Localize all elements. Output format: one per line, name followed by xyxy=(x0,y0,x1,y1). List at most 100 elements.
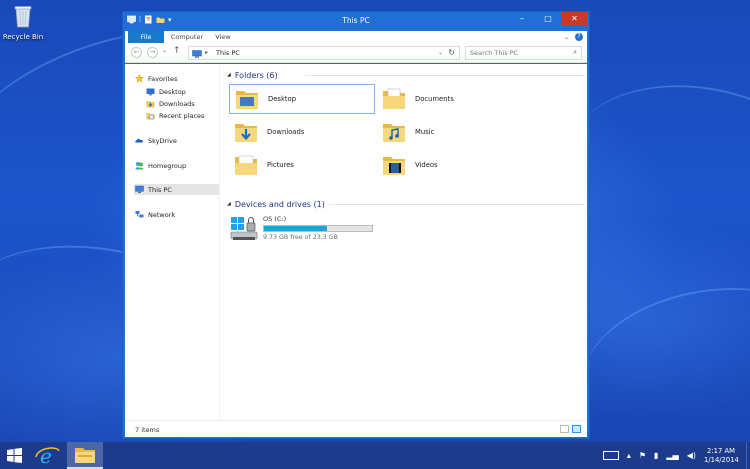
forward-button[interactable]: → xyxy=(147,47,158,58)
breadcrumb-this-pc[interactable]: This PC xyxy=(216,49,240,57)
nav-this-pc-label: This PC xyxy=(148,185,172,194)
star-icon xyxy=(135,74,144,83)
collapse-group-icon[interactable]: ◢ xyxy=(227,72,231,78)
system-tray: ▴ ⚑ ▮ ▂▄ ◀) 2:17 AM 1/14/2014 xyxy=(602,442,750,469)
refresh-icon[interactable]: ↻ xyxy=(448,48,455,57)
folder-tile-documents[interactable]: Documents xyxy=(377,84,523,114)
nav-skydrive-label: SkyDrive xyxy=(148,136,177,145)
nav-downloads[interactable]: Downloads xyxy=(146,98,195,109)
search-box[interactable]: Search This PC ⌕ xyxy=(465,46,582,60)
tab-computer[interactable]: Computer xyxy=(169,31,205,43)
drive-tile-c[interactable]: OS (C:) 9.73 GB free of 23.3 GB xyxy=(230,214,380,244)
drive-usage-fill xyxy=(264,226,327,231)
nav-skydrive[interactable]: SkyDrive xyxy=(135,135,177,146)
breadcrumb-separator[interactable]: ▸ xyxy=(205,49,208,56)
videos-folder-icon xyxy=(383,157,405,175)
network-icon[interactable]: ▂▄ xyxy=(666,451,678,460)
drive-free-space: 9.73 GB free of 23.3 GB xyxy=(263,234,338,241)
nav-desktop[interactable]: Desktop xyxy=(146,86,186,97)
nav-recent-places-label: Recent places xyxy=(159,111,205,120)
volume-icon[interactable]: ◀) xyxy=(687,451,696,460)
recent-places-icon xyxy=(146,113,155,120)
nav-desktop-label: Desktop xyxy=(159,87,186,96)
minimize-button[interactable]: – xyxy=(509,12,535,26)
folder-label: Desktop xyxy=(268,95,297,103)
desktop-folder-icon xyxy=(236,91,258,109)
maximize-button[interactable]: □ xyxy=(535,12,561,26)
music-folder-icon xyxy=(383,124,405,142)
recycle-bin-label: Recycle Bin xyxy=(2,33,44,41)
navigation-pane: Favorites Desktop Downloads Recent place… xyxy=(125,64,220,420)
drive-name: OS (C:) xyxy=(263,215,287,223)
ribbon-tab-bar: File Computer View ⌄ ? xyxy=(125,31,587,43)
show-hidden-icons-icon[interactable]: ▴ xyxy=(627,451,631,460)
status-bar: 7 items xyxy=(125,420,587,437)
group-divider xyxy=(329,204,585,205)
expand-ribbon-icon[interactable]: ⌄ xyxy=(564,34,569,41)
search-icon[interactable]: ⌕ xyxy=(573,48,577,57)
this-pc-icon xyxy=(135,185,144,193)
folders-group-header[interactable]: ◢ Folders (6) xyxy=(227,69,585,81)
folder-label: Documents xyxy=(415,95,454,103)
recycle-bin-icon xyxy=(14,6,32,28)
address-bar[interactable]: ▸ This PC ⌄ ↻ xyxy=(188,46,460,60)
collapse-group-icon[interactable]: ◢ xyxy=(227,201,231,207)
downloads-folder-icon xyxy=(235,124,257,142)
power-icon[interactable]: ▮ xyxy=(654,451,658,460)
clock[interactable]: 2:17 AM 1/14/2014 xyxy=(704,446,739,465)
recycle-bin-shortcut[interactable]: Recycle Bin xyxy=(2,4,44,41)
folder-tile-videos[interactable]: Videos xyxy=(377,150,523,180)
search-placeholder: Search This PC xyxy=(470,49,519,57)
clock-time: 2:17 AM xyxy=(707,446,735,455)
folder-label: Downloads xyxy=(267,128,305,136)
folder-tile-pictures[interactable]: Pictures xyxy=(229,150,375,180)
nav-homegroup-label: Homegroup xyxy=(148,161,187,170)
taskbar-file-explorer[interactable] xyxy=(67,442,103,469)
show-desktop-button[interactable] xyxy=(746,442,750,469)
explorer-window: | ▾ This PC – □ ✕ File Computer View ⌄ ?… xyxy=(122,11,590,439)
back-button[interactable]: ← xyxy=(131,47,142,58)
content-area: Favorites Desktop Downloads Recent place… xyxy=(125,64,587,420)
devices-group-header[interactable]: ◢ Devices and drives (1) xyxy=(227,198,585,210)
tab-file[interactable]: File xyxy=(128,31,164,43)
nav-this-pc[interactable]: This PC xyxy=(134,184,219,195)
help-icon[interactable]: ? xyxy=(575,33,583,41)
homegroup-icon xyxy=(135,162,144,170)
folder-label: Videos xyxy=(415,161,438,169)
up-button[interactable]: ↑ xyxy=(173,46,181,56)
nav-network-label: Network xyxy=(148,210,176,219)
details-view-icon[interactable] xyxy=(560,425,569,433)
keyboard-icon[interactable] xyxy=(602,451,619,460)
skydrive-icon xyxy=(135,138,143,143)
item-count: 7 items xyxy=(135,426,160,434)
action-center-flag-icon[interactable]: ⚑ xyxy=(639,451,646,460)
close-button[interactable]: ✕ xyxy=(561,12,588,26)
folder-label: Music xyxy=(415,128,435,136)
windows-start-icon[interactable] xyxy=(7,448,22,463)
nav-recent-places[interactable]: Recent places xyxy=(146,110,204,121)
nav-favorites-label: Favorites xyxy=(148,74,178,83)
group-divider xyxy=(305,75,585,76)
taskbar-internet-explorer[interactable]: e xyxy=(30,442,66,469)
recent-locations-icon[interactable]: ⌄ xyxy=(162,47,167,54)
desktop-icon xyxy=(146,88,155,96)
internet-explorer-icon: e xyxy=(35,444,60,468)
caption-buttons: – □ ✕ xyxy=(509,12,588,26)
folders-group-label: Folders (6) xyxy=(234,70,278,80)
tiles-view-icon[interactable] xyxy=(572,425,581,433)
ribbon-right-controls: ⌄ ? xyxy=(564,33,583,41)
tab-view[interactable]: View xyxy=(211,31,235,43)
view-toggle xyxy=(560,425,581,433)
address-dropdown-icon[interactable]: ⌄ xyxy=(438,49,443,56)
title-bar[interactable]: | ▾ This PC – □ ✕ xyxy=(123,12,589,30)
drive-usage-bar xyxy=(263,225,373,232)
nav-homegroup[interactable]: Homegroup xyxy=(135,160,186,171)
nav-favorites[interactable]: Favorites xyxy=(135,73,177,84)
folder-tile-desktop[interactable]: Desktop xyxy=(229,84,375,114)
downloads-icon xyxy=(146,101,155,108)
folder-tile-downloads[interactable]: Downloads xyxy=(229,117,375,147)
nav-network[interactable]: Network xyxy=(135,209,175,220)
folder-label: Pictures xyxy=(267,161,294,169)
nav-downloads-label: Downloads xyxy=(159,99,195,108)
folder-tile-music[interactable]: Music xyxy=(377,117,523,147)
